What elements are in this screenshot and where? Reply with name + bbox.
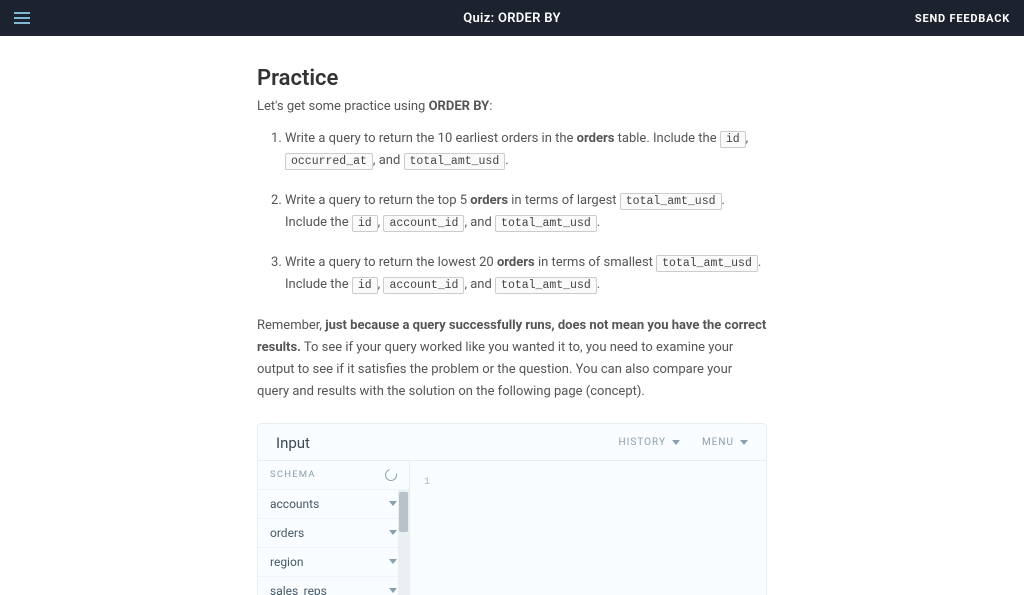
schema-label: SCHEMA: [270, 469, 316, 480]
chevron-down-icon: [738, 437, 748, 448]
line-number: 1: [424, 477, 430, 488]
code-token: account_id: [383, 277, 464, 294]
send-feedback-link[interactable]: SEND FEEDBACK: [915, 12, 1010, 25]
code-token: total_amt_usd: [656, 255, 758, 272]
scrollbar-track[interactable]: [398, 490, 409, 595]
chevron-down-icon: [387, 585, 397, 595]
task-item-3: Write a query to return the lowest 20 or…: [285, 252, 767, 296]
schema-item-orders[interactable]: orders: [258, 519, 409, 548]
schema-list: accounts orders region sales_reps web_ev…: [258, 490, 409, 595]
task-list: Write a query to return the 10 earliest …: [257, 128, 767, 297]
task-item-1: Write a query to return the 10 earliest …: [285, 128, 767, 172]
menu-dropdown[interactable]: MENU: [702, 437, 748, 448]
code-token: total_amt_usd: [495, 215, 597, 232]
schema-item-accounts[interactable]: accounts: [258, 490, 409, 519]
code-token: occurred_at: [285, 153, 373, 170]
schema-panel: SCHEMA accounts orders region sales_reps…: [258, 461, 410, 595]
code-token: total_amt_usd: [620, 193, 722, 210]
content: Practice Let's get some practice using O…: [0, 36, 1024, 595]
topbar: Quiz: ORDER BY SEND FEEDBACK: [0, 0, 1024, 36]
sql-editor[interactable]: 1: [410, 461, 766, 595]
remember-note: Remember, just because a query successfu…: [257, 315, 767, 403]
input-label: Input: [276, 434, 310, 452]
scrollbar-thumb[interactable]: [399, 492, 408, 532]
workspace-header: Input HISTORY MENU: [258, 424, 766, 460]
refresh-icon[interactable]: [383, 467, 399, 483]
code-token: account_id: [383, 215, 464, 232]
practice-heading: Practice: [257, 66, 767, 91]
code-token: id: [720, 131, 746, 148]
page-title: Quiz: ORDER BY: [463, 11, 561, 26]
chevron-down-icon: [387, 498, 397, 509]
chevron-down-icon: [387, 527, 397, 538]
history-menu[interactable]: HISTORY: [619, 437, 680, 448]
sql-workspace: Input HISTORY MENU SCHEMA accounts order…: [257, 423, 767, 595]
chevron-down-icon: [387, 556, 397, 567]
schema-item-sales_reps[interactable]: sales_reps: [258, 577, 409, 595]
code-token: total_amt_usd: [495, 277, 597, 294]
hamburger-icon[interactable]: [14, 12, 30, 24]
code-token: id: [352, 277, 378, 294]
task-item-2: Write a query to return the top 5 orders…: [285, 190, 767, 234]
code-token: id: [352, 215, 378, 232]
schema-item-region[interactable]: region: [258, 548, 409, 577]
chevron-down-icon: [670, 437, 680, 448]
practice-lead: Let's get some practice using ORDER BY:: [257, 99, 767, 114]
code-token: total_amt_usd: [404, 153, 506, 170]
